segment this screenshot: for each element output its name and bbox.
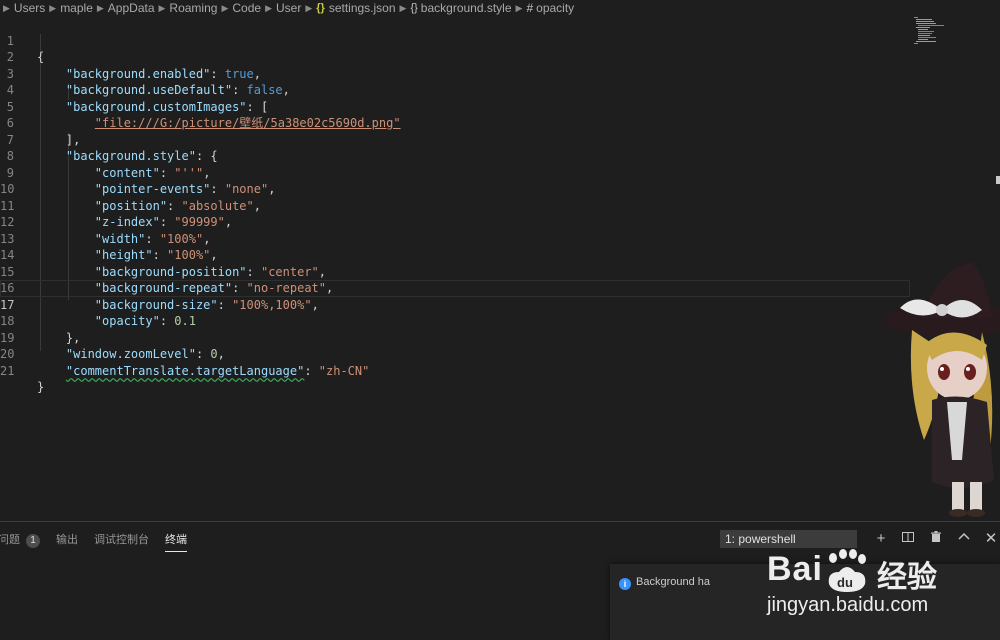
code-line-19[interactable]: 19 "window.zoomLevel": 0, (0, 313, 910, 362)
code-line-15[interactable]: 15 "background-repeat": "no-repeat", (0, 247, 910, 296)
tab-problems-label: 问题 (0, 533, 20, 546)
chevron-right-icon: ▶ (158, 2, 166, 13)
code-line-21[interactable]: 21 } (0, 346, 910, 395)
plus-icon[interactable]: + (872, 530, 890, 548)
code-line-11[interactable]: 11 "z-index": "99999", (0, 181, 910, 230)
breadcrumb-item-file[interactable]: settings.json (329, 1, 396, 15)
chevron-right-icon: ▶ (221, 2, 229, 13)
breadcrumb-item-property[interactable]: opacity (536, 1, 574, 15)
line-number: 21 (0, 363, 15, 378)
json-value: "zh-CN" (318, 363, 370, 378)
chevron-right-icon: ▶ (265, 2, 272, 13)
code-line-16[interactable]: 16 "background-size": "100%,100%", (0, 264, 910, 312)
property-icon: # (526, 1, 534, 15)
chevron-right-icon: ▶ (3, 2, 10, 13)
breadcrumb-item-user[interactable]: User (276, 1, 301, 15)
info-icon: i (619, 578, 631, 590)
chevron-right-icon: ▶ (96, 2, 104, 13)
scrollbar-thumb[interactable] (996, 176, 1000, 184)
close-icon[interactable]: ✕ (982, 530, 1000, 548)
code-line-9[interactable]: 9 "pointer-events": "none", (0, 148, 910, 197)
chevron-right-icon: ▶ (399, 2, 407, 13)
breadcrumb-item-roaming[interactable]: Roaming (169, 1, 217, 15)
problems-count-badge: 1 (26, 533, 40, 548)
json-punct: } (37, 380, 45, 394)
breadcrumb-item-appdata[interactable]: AppData (108, 1, 155, 15)
baidu-watermark: du Bai 经验 jingyan.baidu.com (765, 536, 1000, 628)
code-line-14[interactable]: 14 "background-position": "center", (0, 231, 910, 279)
code-line-6[interactable]: 6 ], (0, 99, 910, 147)
watermark-brand: Bai (767, 550, 823, 588)
code-line-17[interactable]: 17 "opacity": 0.1 (0, 280, 910, 328)
breadcrumb-item-maple[interactable]: maple (60, 1, 93, 15)
code-line-12[interactable]: 12 "width": "100%", (0, 198, 910, 246)
chevron-up-icon[interactable] (955, 530, 973, 548)
split-terminal-icon[interactable] (899, 530, 917, 548)
terminal-select-dropdown[interactable]: 1: powershell (720, 530, 857, 548)
code-line-5[interactable]: 5 "file:///G:/picture/壁纸/5a38e02c5690d.p… (0, 82, 910, 131)
chevron-right-icon: ▶ (305, 2, 313, 13)
code-line-20[interactable]: 20 "commentTranslate.targetLanguage": "z… (0, 330, 910, 378)
notification-message: Background ha (636, 576, 710, 588)
tab-debug-console[interactable]: 调试控制台 (94, 531, 149, 547)
code-line-3[interactable]: 3 "background.useDefault": false, (0, 49, 910, 98)
panel-tabs: 问题 1 输出 调试控制台 终端 (0, 529, 203, 552)
chevron-right-icon: ▶ (515, 2, 523, 13)
breadcrumb-item-users[interactable]: Users (14, 1, 45, 15)
code-editor[interactable]: 1 { 2 "background.enabled": true, 3 "bac… (0, 16, 1000, 521)
trash-icon[interactable] (927, 530, 945, 548)
breadcrumb-item-object[interactable]: background.style (421, 1, 512, 15)
minimap[interactable] (912, 16, 948, 46)
chevron-right-icon: ▶ (49, 2, 57, 13)
code-line-7[interactable]: 7 "background.style": { (0, 115, 910, 164)
tab-output[interactable]: 输出 (56, 531, 78, 547)
watermark-brand-cn: 经验 (877, 560, 937, 595)
code-line-8[interactable]: 8 "content": "''", (0, 132, 910, 180)
character-background-image (882, 262, 1000, 517)
json-key-warning: "commentTranslate.targetLanguage" (65, 363, 305, 378)
code-line-18[interactable]: 18 }, (0, 297, 910, 345)
breadcrumb: ▶ Users ▶ maple ▶ AppData ▶ Roaming ▶ Co… (0, 0, 1000, 16)
breadcrumb-item-code[interactable]: Code (232, 1, 261, 15)
code-line-1[interactable]: 1 { (0, 16, 910, 65)
code-line-2[interactable]: 2 "background.enabled": true, (0, 33, 910, 81)
code-line-10[interactable]: 10 "position": "absolute", (0, 165, 910, 213)
code-line-13[interactable]: 13 "height": "100%", (0, 214, 910, 263)
watermark-url: jingyan.baidu.com (767, 594, 929, 616)
object-icon: {} (410, 2, 418, 14)
code-line-4[interactable]: 4 "background.customImages": [ (0, 66, 910, 114)
json-file-icon: {} (316, 2, 325, 14)
tab-problems[interactable]: 问题 1 (0, 531, 40, 548)
svg-text:du: du (837, 575, 853, 590)
tab-terminal[interactable]: 终端 (165, 531, 187, 552)
